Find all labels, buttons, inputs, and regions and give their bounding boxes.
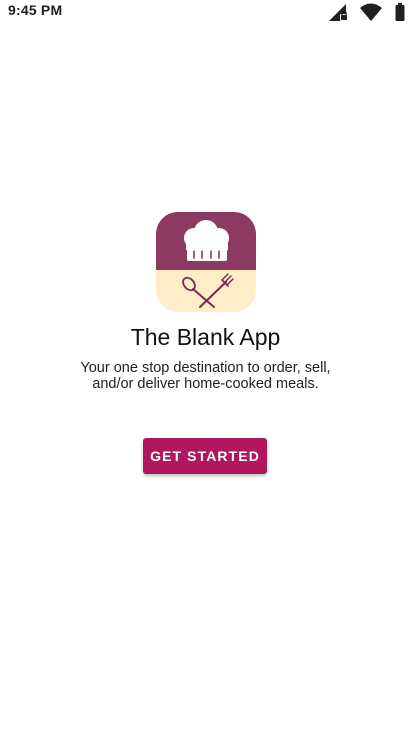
status-bar: 9:45 PM [0,0,411,24]
chef-hat-icon [182,220,234,308]
tagline-line-1: Your one stop destination to order, sell… [80,360,331,376]
app-logo [156,212,256,312]
battery-icon [395,2,405,22]
status-time: 9:45 PM [8,2,63,18]
get-started-button[interactable]: GET STARTED [143,438,267,474]
app-title: The Blank App [130,324,281,350]
signal-locked-icon [327,2,349,22]
app-tagline: Your one stop destination to order, sell… [60,360,351,392]
wifi-icon [359,2,383,22]
status-icons [327,2,405,22]
tagline-line-2: and/or deliver home-cooked meals. [92,376,319,392]
welcome-screen: 9:45 PM The Blank App Your one stop dest… [0,0,411,731]
